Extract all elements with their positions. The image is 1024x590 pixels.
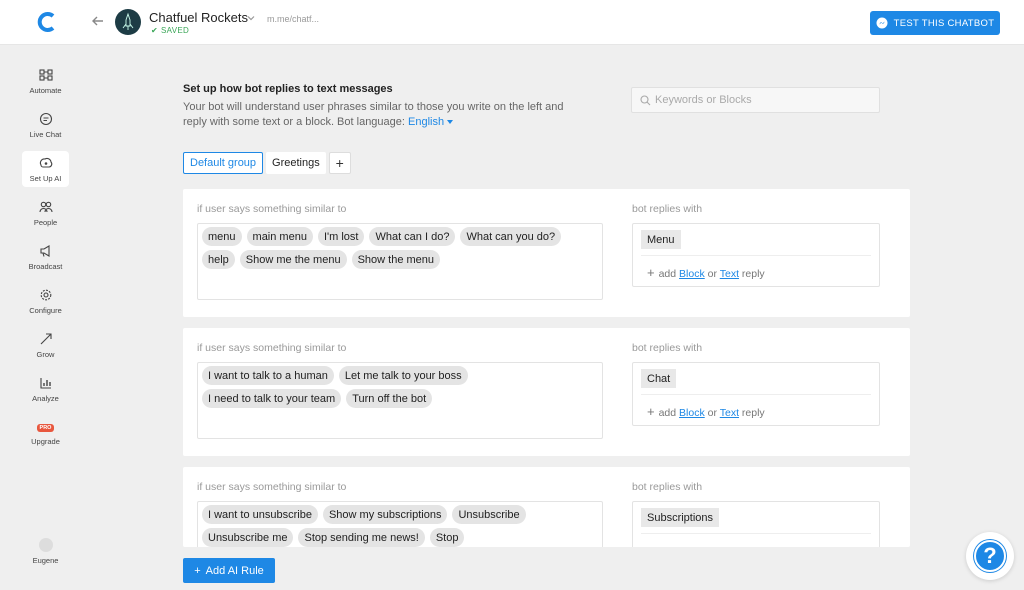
plus-icon: + <box>647 543 655 547</box>
top-bar: Chatfuel Rockets ✔ SAVED m.me/chatf... TE… <box>0 0 1024 45</box>
divider <box>641 394 871 395</box>
phrases-input[interactable]: I want to unsubscribe Show my subscripti… <box>197 501 603 547</box>
reply-block-chip[interactable]: Chat <box>641 369 677 388</box>
phrases-input[interactable]: I want to talk to a human Let me talk to… <box>197 362 603 439</box>
sidebar-item-upgrade[interactable]: PRO Upgrade <box>22 417 69 453</box>
sidebar-user[interactable]: Eugene <box>22 533 69 569</box>
back-arrow-icon[interactable] <box>90 13 106 29</box>
bot-name[interactable]: Chatfuel Rockets <box>149 10 248 25</box>
bot-replies-label: bot replies with <box>632 342 703 354</box>
test-chatbot-button[interactable]: TEST THIS CHATBOT <box>870 11 1000 35</box>
phrases-input[interactable]: menu main menu I'm lost What can I do? W… <box>197 223 603 300</box>
search-input[interactable] <box>655 94 855 106</box>
caret-down-icon <box>447 120 454 125</box>
phrase-chip[interactable]: Show me the menu <box>239 250 347 269</box>
gear-icon <box>40 289 51 300</box>
bot-replies-label: bot replies with <box>632 203 703 215</box>
divider <box>641 255 871 256</box>
bot-link[interactable]: m.me/chatf... <box>267 14 319 24</box>
plus-icon: + <box>647 404 655 419</box>
add-text-link[interactable]: Text <box>720 407 739 419</box>
user-says-label: if user says something similar to <box>197 342 347 354</box>
add-block-link[interactable]: Block <box>679 268 705 280</box>
ai-rule-card: if user says something similar to bot re… <box>183 328 910 456</box>
add-text-link[interactable]: Text <box>720 546 739 547</box>
phrase-chip[interactable]: Turn off the bot <box>346 389 433 408</box>
search-icon <box>640 94 651 105</box>
phrase-chip[interactable]: I need to talk to your team <box>202 389 342 408</box>
phrase-chip[interactable]: Show my subscriptions <box>322 505 448 524</box>
add-block-link[interactable]: Block <box>679 407 705 419</box>
sidebar-item-analyze[interactable]: Analyze <box>22 371 69 407</box>
people-icon <box>38 201 53 212</box>
ai-rule-card: if user says something similar to bot re… <box>183 467 910 547</box>
add-ai-rule-button[interactable]: + Add AI Rule <box>183 558 275 583</box>
phrase-chip[interactable]: I want to talk to a human <box>202 366 334 385</box>
user-says-label: if user says something similar to <box>197 481 347 493</box>
bot-avatar[interactable] <box>115 9 141 35</box>
phrase-chip[interactable]: I'm lost <box>317 227 365 246</box>
reply-block-chip[interactable]: Menu <box>641 230 681 249</box>
tab-greetings[interactable]: Greetings <box>266 152 326 174</box>
phrase-chip[interactable]: Stop sending me news! <box>298 528 425 547</box>
reply-box: Chat + add Block or Text reply <box>632 362 880 426</box>
analyze-icon <box>39 377 51 389</box>
phrase-chip[interactable]: help <box>202 250 235 269</box>
sidebar-item-live-chat[interactable]: Live Chat <box>22 107 69 143</box>
phrase-chip[interactable]: What can I do? <box>369 227 456 246</box>
user-says-label: if user says something similar to <box>197 203 347 215</box>
add-text-link[interactable]: Text <box>720 268 739 280</box>
user-avatar <box>38 537 53 552</box>
phrase-chip[interactable]: main menu <box>246 227 313 246</box>
help-icon: ? <box>974 540 1006 572</box>
plus-icon: + <box>194 564 201 577</box>
phrase-chip[interactable]: I want to unsubscribe <box>202 505 318 524</box>
bot-replies-label: bot replies with <box>632 481 703 493</box>
grow-icon <box>40 332 52 344</box>
live-chat-icon <box>39 112 52 125</box>
ai-icon <box>39 157 52 168</box>
saved-status: ✔ SAVED <box>151 26 190 35</box>
sidebar-item-automate[interactable]: Automate <box>22 63 69 99</box>
phrase-chip[interactable]: Stop <box>429 528 465 547</box>
phrase-chip[interactable]: What can you do? <box>460 227 562 246</box>
broadcast-icon <box>39 244 50 257</box>
help-button[interactable]: ? <box>966 532 1014 580</box>
sidebar-item-set-up-ai[interactable]: Set Up AI <box>22 151 69 187</box>
plus-icon: + <box>647 265 655 280</box>
plus-icon: + <box>335 155 344 171</box>
check-icon: ✔ <box>151 26 159 35</box>
page-description: Your bot will understand user phrases si… <box>183 101 564 128</box>
add-reply: +add Block or Text reply <box>647 265 765 280</box>
sidebar: Automate Live Chat Set Up AI People Broa… <box>0 45 90 590</box>
reply-block-chip[interactable]: Subscriptions <box>641 508 720 527</box>
sidebar-item-broadcast[interactable]: Broadcast <box>22 239 69 275</box>
chevron-down-icon[interactable] <box>246 13 256 23</box>
add-block-link[interactable]: Block <box>679 546 705 547</box>
divider <box>641 533 871 534</box>
phrase-chip[interactable]: Show the menu <box>351 250 441 269</box>
add-reply: +add Block or Text reply <box>647 404 765 419</box>
reply-box: Menu + add Block or Text reply <box>632 223 880 287</box>
search-box[interactable] <box>631 87 880 113</box>
language-selector[interactable]: English <box>408 116 454 128</box>
sidebar-item-configure[interactable]: Configure <box>22 283 69 319</box>
reply-box: Subscriptions +add Block or Text reply <box>632 501 880 547</box>
phrase-chip[interactable]: Unsubscribe <box>452 505 526 524</box>
phrase-chip[interactable]: menu <box>202 227 242 246</box>
automate-icon <box>38 68 53 81</box>
add-reply: +add Block or Text reply <box>647 543 765 547</box>
phrase-chip[interactable]: Let me talk to your boss <box>338 366 468 385</box>
messenger-icon <box>876 17 888 29</box>
tab-default-group[interactable]: Default group <box>183 152 264 174</box>
sidebar-item-people[interactable]: People <box>22 195 69 231</box>
group-tabs: Default group Greetings + <box>183 152 351 174</box>
pro-badge: PRO <box>36 424 55 432</box>
ai-rule-card: if user says something similar to bot re… <box>183 189 910 317</box>
phrase-chip[interactable]: Unsubscribe me <box>202 528 294 547</box>
page-title: Set up how bot replies to text messages <box>183 83 393 95</box>
sidebar-item-grow[interactable]: Grow <box>22 327 69 363</box>
chatfuel-logo[interactable] <box>36 11 58 33</box>
add-group-button[interactable]: + <box>328 152 351 174</box>
